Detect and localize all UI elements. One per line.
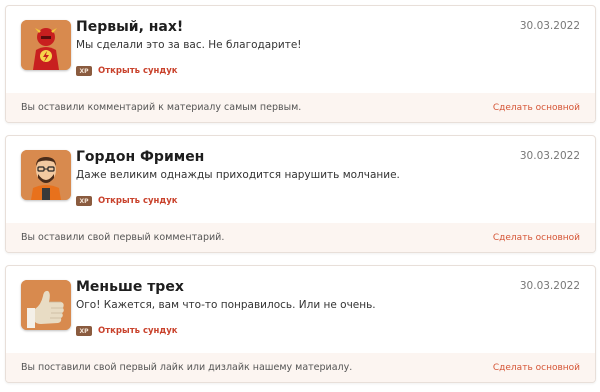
achievement-description: Даже великим однажды приходится нарушить… [76, 169, 400, 181]
achievement-date: 30.03.2022 [519, 20, 580, 32]
gordon-freeman-icon [21, 150, 71, 200]
xp-badge: XP [76, 196, 92, 206]
open-chest-button[interactable]: XP Открыть сундук [76, 195, 178, 207]
achievement-card: Меньше трех Ого! Кажется, вам что-то пон… [5, 265, 596, 383]
achievement-title: Гордон Фримен [76, 149, 205, 165]
make-main-link[interactable]: Сделать основной [493, 363, 580, 373]
open-chest-label: Открыть сундук [98, 326, 178, 336]
achievement-card: Первый, нах! Мы сделали это за вас. Не б… [5, 5, 596, 123]
xp-badge: XP [76, 66, 92, 76]
achievement-header: Гордон Фримен Даже великим однажды прихо… [6, 136, 595, 225]
xp-badge: XP [76, 326, 92, 336]
achievement-title: Первый, нах! [76, 19, 184, 35]
open-chest-label: Открыть сундук [98, 196, 178, 206]
make-main-link[interactable]: Сделать основной [493, 103, 580, 113]
achievement-date: 30.03.2022 [519, 150, 580, 162]
achievement-description: Мы сделали это за вас. Не благодарите! [76, 39, 302, 51]
open-chest-label: Открыть сундук [98, 66, 178, 76]
flash-hero-icon [21, 20, 71, 70]
achievement-header: Первый, нах! Мы сделали это за вас. Не б… [6, 6, 595, 95]
achievement-header: Меньше трех Ого! Кажется, вам что-то пон… [6, 266, 595, 355]
achievement-date: 30.03.2022 [519, 280, 580, 292]
open-chest-button[interactable]: XP Открыть сундук [76, 65, 178, 77]
achievement-title: Меньше трех [76, 279, 184, 295]
thumbs-up-icon [21, 280, 71, 330]
achievement-footer: Вы оставили свой первый комментарий. Сде… [6, 223, 595, 252]
achievement-note: Вы поставили свой первый лайк или дизлай… [21, 362, 353, 373]
achievement-card: Гордон Фримен Даже великим однажды прихо… [5, 135, 596, 253]
achievement-note: Вы оставили комментарий к материалу самы… [21, 102, 302, 113]
achievements-list: Первый, нах! Мы сделали это за вас. Не б… [0, 0, 600, 392]
open-chest-button[interactable]: XP Открыть сундук [76, 325, 178, 337]
achievement-description: Ого! Кажется, вам что-то понравилось. Ил… [76, 299, 376, 311]
achievement-footer: Вы оставили комментарий к материалу самы… [6, 93, 595, 122]
achievement-note: Вы оставили свой первый комментарий. [21, 232, 225, 243]
make-main-link[interactable]: Сделать основной [493, 233, 580, 243]
achievement-footer: Вы поставили свой первый лайк или дизлай… [6, 353, 595, 382]
